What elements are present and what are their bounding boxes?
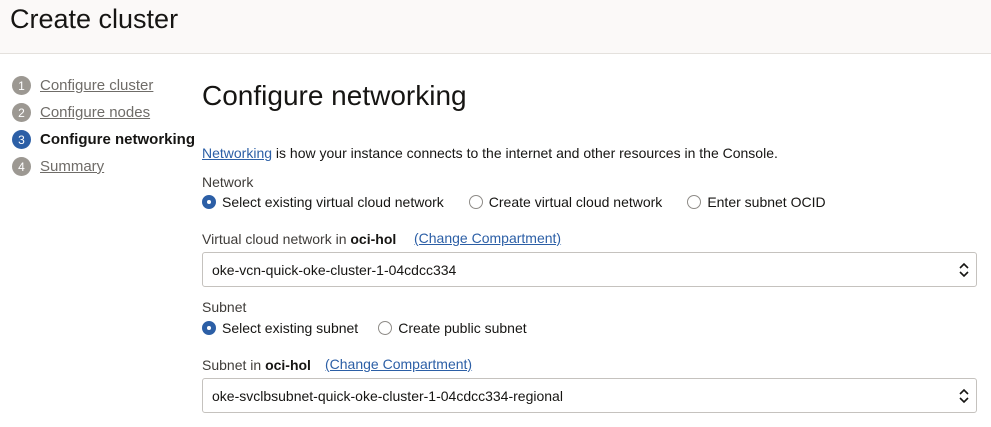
radio-unchecked-icon: [378, 321, 393, 335]
networking-link[interactable]: Networking: [202, 145, 272, 161]
networking-intro: Networking is how your instance connects…: [202, 145, 778, 161]
subnet-label: Subnet: [202, 299, 247, 315]
radio-checked-icon: [202, 195, 216, 209]
radio-create-vcn[interactable]: Create virtual cloud network: [468, 194, 663, 210]
step-label: Configure networking: [40, 131, 195, 148]
network-label: Network: [202, 174, 254, 190]
step-configure-nodes[interactable]: 2 Configure nodes: [12, 103, 150, 122]
radio-select-existing-vcn[interactable]: Select existing virtual cloud network: [202, 194, 444, 210]
radio-unchecked-icon: [687, 195, 702, 209]
step-summary[interactable]: 4 Summary: [12, 157, 104, 176]
label-text: Virtual cloud network in: [202, 231, 351, 247]
label-text: Subnet in: [202, 357, 266, 373]
select-arrows-icon: [959, 262, 969, 278]
step-number: 4: [12, 157, 31, 176]
subnet-select-value: oke-svclbsubnet-quick-oke-cluster-1-04cd…: [212, 388, 563, 404]
vcn-label: Virtual cloud network in oci-hol: [202, 231, 396, 247]
step-configure-cluster[interactable]: 1 Configure cluster: [12, 76, 153, 95]
step-label: Configure cluster: [40, 77, 154, 94]
step-number: 1: [12, 76, 31, 95]
radio-create-public-subnet[interactable]: Create public subnet: [378, 320, 527, 336]
network-radio-group: Select existing virtual cloud network Cr…: [202, 194, 851, 210]
radio-label: Select existing subnet: [222, 320, 359, 336]
step-number: 2: [12, 103, 31, 122]
vcn-select-value: oke-vcn-quick-oke-cluster-1-04cdcc334: [212, 262, 457, 278]
section-title: Configure networking: [202, 80, 467, 111]
radio-checked-icon: [202, 321, 216, 335]
radio-enter-subnet-ocid[interactable]: Enter subnet OCID: [687, 194, 826, 210]
radio-select-existing-subnet[interactable]: Select existing subnet: [202, 320, 358, 336]
compartment-name: oci-hol: [265, 357, 311, 373]
subnet-radio-group: Select existing subnet Create public sub…: [202, 320, 552, 336]
link-text: (Change Compartment): [414, 230, 562, 246]
radio-label: Create public subnet: [398, 320, 527, 336]
intro-text: is how your instance connects to the int…: [272, 145, 778, 161]
vcn-change-compartment-link[interactable]: (Change Compartment): [414, 230, 561, 246]
radio-label: Create virtual cloud network: [488, 194, 663, 210]
radio-label: Select existing virtual cloud network: [222, 194, 444, 210]
step-label: Configure nodes: [40, 104, 151, 121]
compartment-name: oci-hol: [350, 231, 397, 247]
step-configure-networking: 3 Configure networking: [12, 130, 195, 149]
subnet-select-label: Subnet in oci-hol: [202, 357, 311, 373]
radio-label: Enter subnet OCID: [707, 194, 826, 210]
subnet-select[interactable]: oke-svclbsubnet-quick-oke-cluster-1-04cd…: [202, 378, 977, 413]
page-title: Create cluster: [10, 4, 179, 34]
page-header: Create cluster: [0, 0, 991, 54]
vcn-select[interactable]: oke-vcn-quick-oke-cluster-1-04cdcc334: [202, 252, 977, 287]
link-text: (Change Compartment): [325, 356, 473, 372]
select-arrows-icon: [959, 388, 969, 404]
radio-unchecked-icon: [468, 195, 483, 209]
subnet-change-compartment-link[interactable]: (Change Compartment): [325, 356, 472, 372]
step-number: 3: [12, 130, 31, 149]
step-label: Summary: [40, 158, 105, 175]
